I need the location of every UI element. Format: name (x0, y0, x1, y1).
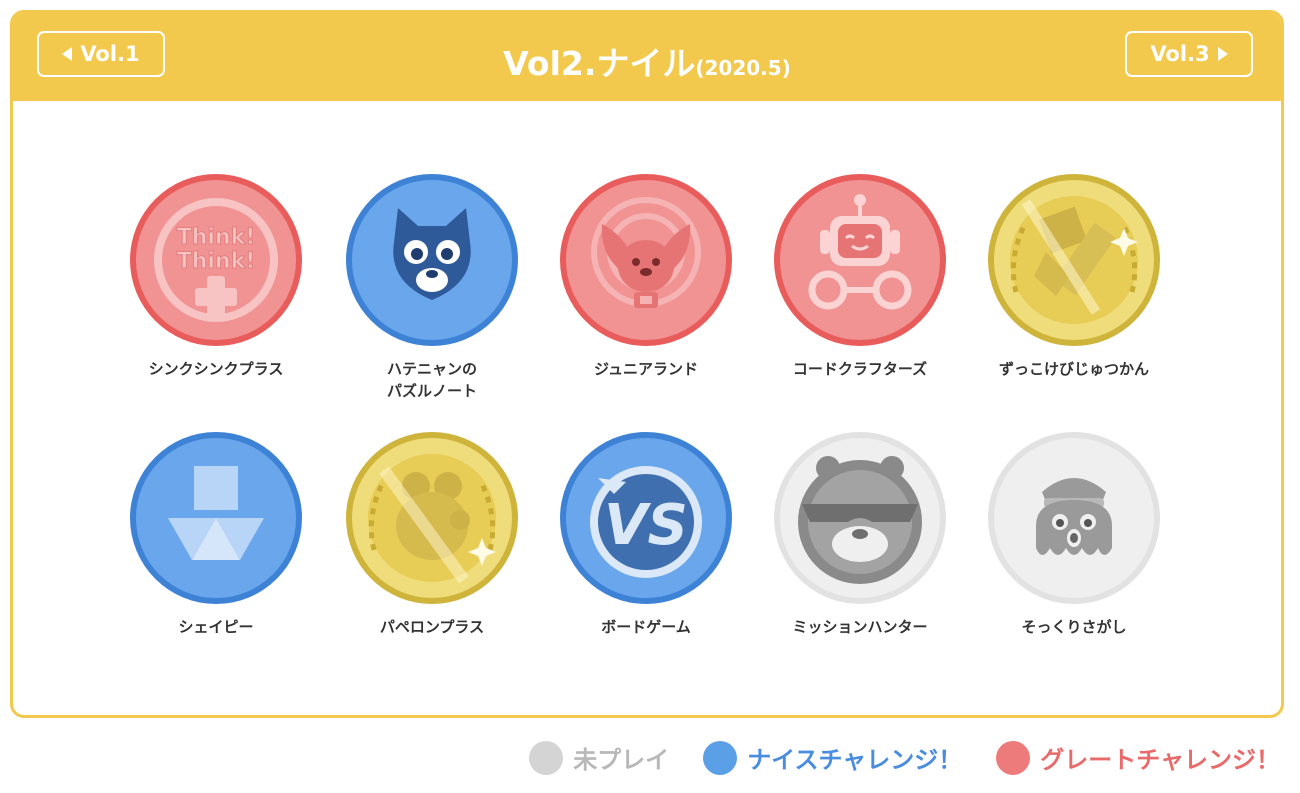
masked-character-icon (774, 432, 946, 604)
legend: 未プレイ ナイスチャレンジ！ グレートチャレンジ！ (529, 740, 1280, 775)
svg-text:VS: VS (604, 493, 688, 558)
next-volume-button[interactable]: Vol.3 (1125, 31, 1253, 77)
svg-text:Think!: Think! (177, 249, 256, 274)
arrow-right-icon (1217, 47, 1228, 61)
bird-character-icon (560, 174, 732, 346)
legend-item-unplayed: 未プレイ (529, 740, 669, 775)
medal-mission-hunter[interactable]: ミッションハンター (760, 430, 960, 638)
medal-hatenyan-puzzle-note[interactable]: ハテニャンの パズルノート (332, 172, 532, 402)
blue-dot-icon (703, 740, 738, 775)
medal-label: シェイピー (178, 618, 254, 636)
medal-label: ミッションハンター (792, 618, 928, 636)
title-text: Vol2.ナイル (503, 44, 696, 83)
panel-header: Vol.1 Vol2.ナイル(2020.5) Vol.3 (13, 13, 1281, 101)
svg-text:Think!: Think! (177, 225, 256, 250)
next-volume-label: Vol.3 (1150, 42, 1210, 66)
think-think-plus-icon: Think! Think! (130, 174, 302, 346)
medal-label: パペロンプラス (379, 618, 485, 636)
medal-label: ずっこけびじゅつかん (998, 360, 1149, 378)
legend-label: グレートチャレンジ！ (1040, 746, 1280, 774)
gray-dot-icon (529, 740, 564, 775)
medal-label: ジュニアランド (594, 360, 698, 378)
medal-think-think-plus[interactable]: Think! Think! シンクシンクプラス (116, 172, 316, 380)
shapes-icon (130, 432, 302, 604)
legend-item-nice-challenge: ナイスチャレンジ！ (703, 740, 962, 775)
page-title: Vol2.ナイル(2020.5) (13, 37, 1281, 85)
medal-paperon-plus[interactable]: パペロンプラス (332, 430, 532, 638)
title-date: (2020.5) (695, 56, 791, 80)
paintbrush-icon (988, 174, 1160, 346)
red-dot-icon (996, 740, 1031, 775)
octopus-captain-icon (988, 432, 1160, 604)
legend-label: ナイスチャレンジ！ (747, 746, 963, 774)
hatenyan-cat-icon (346, 174, 518, 346)
medal-board-game[interactable]: VS ボードゲーム (546, 430, 746, 638)
bear-icon (346, 432, 518, 604)
robot-icon (774, 174, 946, 346)
medal-sokkuri-sagashi[interactable]: そっくりさがし (974, 430, 1174, 638)
medal-code-crafters[interactable]: コードクラフターズ (760, 172, 960, 380)
medal-label: そっくりさがし (1021, 618, 1127, 636)
medal-junior-land[interactable]: ジュニアランド (546, 172, 746, 380)
legend-item-great-challenge: グレートチャレンジ！ (996, 740, 1280, 775)
legend-label: 未プレイ (573, 746, 670, 774)
medal-label: ハテニャンの パズルノート (386, 360, 477, 400)
vs-icon: VS (560, 432, 732, 604)
medal-zukkoke-museum[interactable]: ずっこけびじゅつかん (974, 172, 1174, 380)
medal-label: コードクラフターズ (792, 360, 928, 378)
medal-label: ボードゲーム (601, 618, 691, 636)
medal-shapey[interactable]: シェイピー (116, 430, 316, 638)
medal-label: シンクシンクプラス (148, 360, 284, 378)
